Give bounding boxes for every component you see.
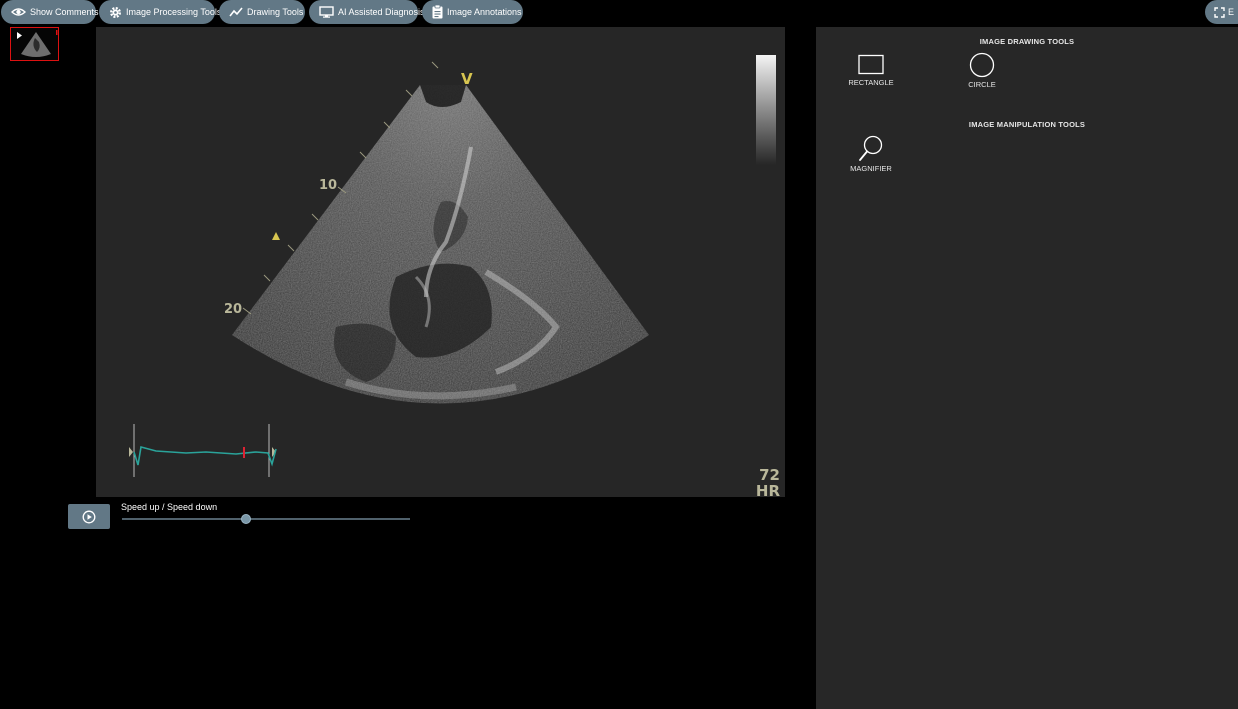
circle-tool[interactable]: CIRCLE [952,52,1012,89]
expand-icon [1214,6,1225,18]
speed-slider-handle[interactable] [240,514,251,524]
focus-marker [272,232,280,240]
ai-diagnosis-label: AI Assisted Diagnosis [338,7,425,17]
clipboard-icon [432,5,443,19]
play-triangle-icon [17,32,22,39]
rectangle-icon [858,54,884,75]
speed-slider-track[interactable] [122,518,410,520]
monitor-icon [319,6,334,18]
image-annotations-label: Image Annotations [447,7,522,17]
depth-label-20: 20 [224,302,243,317]
thumbnail-image [17,30,58,57]
depth-label-10: 10 [319,178,338,193]
image-viewer[interactable]: V 10 20 72 HR [96,27,785,497]
app-root: Show Comments Image Processing Tools Dra… [0,0,1238,709]
drawing-tools-heading: IMAGE DRAWING TOOLS [979,37,1075,46]
play-circle-icon [82,510,96,523]
rectangle-label: RECTANGLE [848,78,894,87]
drawing-tools-label: Drawing Tools [247,7,304,17]
rectangle-tool[interactable]: RECTANGLE [841,54,901,87]
magnifier-icon [859,135,883,161]
top-toolbar: Show Comments Image Processing Tools Dra… [0,0,1238,24]
ai-assisted-diagnosis-button[interactable]: AI Assisted Diagnosis [309,0,425,24]
drawing-tools-button[interactable]: Drawing Tools [219,0,305,24]
ecg-strip [129,424,277,477]
heart-rate-label: HR [755,482,780,497]
fullscreen-button[interactable]: E [1205,0,1238,24]
gear-icon [109,6,122,18]
magnifier-tool[interactable]: MAGNIFIER [841,135,901,173]
line-chart-icon [229,7,243,17]
eye-icon [11,8,26,16]
v-marker-label: V [461,70,473,88]
show-comments-button[interactable]: Show Comments [1,0,99,24]
fullscreen-label: E [1228,7,1235,17]
grayscale-bar [756,55,776,165]
speed-label: Speed up / Speed down [121,502,218,512]
manipulation-tools-heading: IMAGE MANIPULATION TOOLS [968,120,1086,129]
tools-panel: IMAGE DRAWING TOOLS RECTANGLE CIRCLE IMA… [816,27,1238,709]
image-annotations-button[interactable]: Image Annotations [422,0,523,24]
image-processing-label: Image Processing Tools [126,7,222,17]
show-comments-label: Show Comments [30,7,99,17]
play-button[interactable] [68,504,110,529]
ultrasound-image [129,55,776,477]
image-processing-tools-button[interactable]: Image Processing Tools [99,0,221,24]
circle-icon [969,52,995,78]
magnifier-label: MAGNIFIER [850,164,892,173]
circle-label: CIRCLE [968,80,996,89]
series-thumbnail[interactable] [10,27,59,61]
